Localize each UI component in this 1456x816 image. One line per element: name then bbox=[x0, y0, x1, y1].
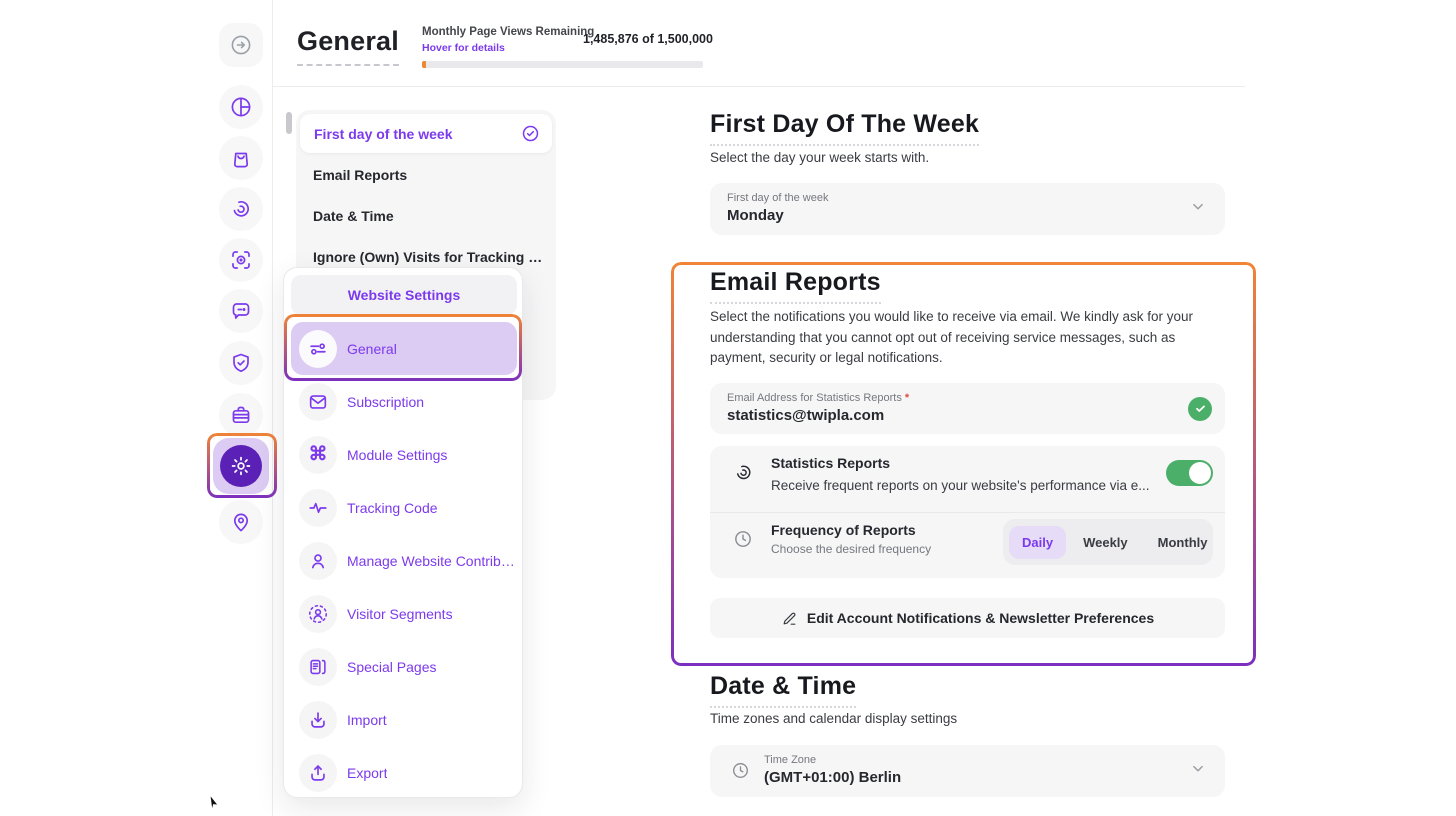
menu-item-module-settings[interactable]: ⌘ Module Settings bbox=[291, 428, 517, 481]
collapse-sidebar-icon[interactable] bbox=[219, 23, 263, 67]
nav-item-email-reports[interactable]: Email Reports bbox=[313, 167, 407, 183]
nav-item-ignore-visits[interactable]: Ignore (Own) Visits for Tracking by ... bbox=[313, 249, 545, 265]
email-address-field[interactable]: Email Address for Statistics Reports* st… bbox=[710, 383, 1225, 434]
clock-icon bbox=[731, 761, 750, 780]
menu-item-visitor-segments[interactable]: Visitor Segments bbox=[291, 587, 517, 640]
spiral-icon bbox=[733, 462, 754, 488]
menu-item-label: Manage Website Contribut... bbox=[347, 553, 515, 569]
section-title-date-time: Date & Time bbox=[710, 672, 856, 708]
upload-icon bbox=[299, 754, 337, 792]
chevron-down-icon bbox=[1189, 760, 1207, 783]
nav-item-date-time[interactable]: Date & Time bbox=[313, 208, 394, 224]
spiral-icon[interactable] bbox=[219, 187, 263, 231]
shopping-bag-icon[interactable] bbox=[219, 136, 263, 180]
check-circle-icon bbox=[521, 124, 540, 143]
sidebar-divider bbox=[272, 0, 273, 816]
section-title-email-reports: Email Reports bbox=[710, 268, 881, 304]
section-desc-date-time: Time zones and calendar display settings bbox=[710, 711, 957, 726]
menu-item-label: Tracking Code bbox=[347, 500, 438, 516]
required-asterisk: * bbox=[905, 392, 909, 404]
page-title: General bbox=[297, 26, 399, 66]
frequency-desc: Choose the desired frequency bbox=[771, 542, 931, 556]
menu-item-special-pages[interactable]: Special Pages bbox=[291, 640, 517, 693]
menu-item-label: Special Pages bbox=[347, 659, 437, 675]
stats-reports-desc: Receive frequent reports on your website… bbox=[771, 478, 1150, 493]
section-title-first-day: First Day Of The Week bbox=[710, 110, 979, 146]
sidebar-item-settings-active[interactable] bbox=[213, 438, 269, 494]
user-dashed-circle-icon bbox=[299, 595, 337, 633]
frequency-segmented-control: Daily Weekly Monthly bbox=[1003, 519, 1213, 565]
scan-target-icon[interactable] bbox=[219, 238, 263, 282]
menu-item-subscription[interactable]: Subscription bbox=[291, 375, 517, 428]
first-day-select-label: First day of the week bbox=[727, 192, 829, 204]
quota-value: 1,485,876 of 1,500,000 bbox=[583, 32, 713, 46]
mouse-cursor bbox=[206, 792, 222, 816]
pie-chart-icon[interactable] bbox=[219, 85, 263, 129]
pages-icon bbox=[299, 648, 337, 686]
menu-item-label: Subscription bbox=[347, 394, 424, 410]
menu-item-general[interactable]: General bbox=[291, 322, 517, 375]
first-day-select[interactable]: First day of the week Monday bbox=[710, 183, 1225, 235]
timezone-select[interactable]: Time Zone (GMT+01:00) Berlin bbox=[710, 745, 1225, 797]
email-reports-card: Statistics Reports Receive frequent repo… bbox=[710, 446, 1225, 578]
card-divider bbox=[710, 512, 1225, 513]
menu-item-import[interactable]: Import bbox=[291, 693, 517, 746]
frequency-option-daily[interactable]: Daily bbox=[1009, 526, 1066, 559]
menu-item-label: Module Settings bbox=[347, 447, 447, 463]
menu-item-label: Export bbox=[347, 765, 387, 781]
edit-notifications-label: Edit Account Notifications & Newsletter … bbox=[807, 610, 1154, 626]
quota-progress-bar bbox=[422, 61, 703, 68]
valid-check-icon bbox=[1188, 397, 1212, 421]
clock-icon bbox=[733, 529, 753, 554]
section-desc-email-reports: Select the notifications you would like … bbox=[710, 307, 1212, 369]
pulse-icon bbox=[299, 489, 337, 527]
menu-item-export[interactable]: Export bbox=[291, 746, 517, 799]
menu-item-manage-contributors[interactable]: Manage Website Contribut... bbox=[291, 534, 517, 587]
quota-progress-fill bbox=[422, 61, 426, 68]
section-desc-first-day: Select the day your week starts with. bbox=[710, 150, 929, 165]
edit-notifications-button[interactable]: Edit Account Notifications & Newsletter … bbox=[710, 598, 1225, 638]
user-icon bbox=[299, 542, 337, 580]
stats-reports-title: Statistics Reports bbox=[771, 455, 890, 471]
menu-title: Website Settings bbox=[291, 275, 517, 315]
timezone-label: Time Zone bbox=[764, 754, 816, 766]
chat-icon[interactable] bbox=[219, 289, 263, 333]
frequency-option-monthly[interactable]: Monthly bbox=[1145, 526, 1221, 559]
quota-details-link[interactable]: Hover for details bbox=[422, 42, 505, 54]
timezone-value: (GMT+01:00) Berlin bbox=[764, 769, 901, 786]
shield-check-icon[interactable] bbox=[219, 341, 263, 385]
sliders-icon bbox=[299, 330, 337, 368]
nav-item-label: First day of the week bbox=[314, 126, 521, 142]
chevron-down-icon bbox=[1189, 198, 1207, 221]
menu-item-label: General bbox=[347, 341, 397, 357]
frequency-option-weekly[interactable]: Weekly bbox=[1070, 526, 1141, 559]
website-settings-menu: Website Settings General Subscription ⌘ … bbox=[283, 267, 523, 798]
menu-item-label: Import bbox=[347, 712, 387, 728]
email-field-value: statistics@twipla.com bbox=[727, 407, 884, 424]
nav-item-first-day-active[interactable]: First day of the week bbox=[300, 114, 552, 153]
app-root: { "header": { "title": "General", "quota… bbox=[0, 0, 1456, 816]
email-field-label: Email Address for Statistics Reports* bbox=[727, 392, 909, 404]
gear-icon bbox=[220, 445, 262, 487]
menu-item-label: Visitor Segments bbox=[347, 606, 453, 622]
briefcase-icon[interactable] bbox=[219, 393, 263, 437]
envelope-icon bbox=[299, 383, 337, 421]
header-divider bbox=[273, 86, 1245, 87]
menu-item-tracking-code[interactable]: Tracking Code bbox=[291, 481, 517, 534]
location-pin-icon[interactable] bbox=[219, 500, 263, 544]
stats-reports-toggle[interactable] bbox=[1166, 460, 1213, 486]
command-icon: ⌘ bbox=[299, 436, 337, 474]
frequency-title: Frequency of Reports bbox=[771, 522, 916, 538]
nav-scrollbar[interactable] bbox=[286, 112, 292, 134]
pencil-icon bbox=[781, 610, 798, 627]
download-icon bbox=[299, 701, 337, 739]
first-day-select-value: Monday bbox=[727, 207, 784, 224]
quota-label: Monthly Page Views Remaining bbox=[422, 26, 594, 38]
